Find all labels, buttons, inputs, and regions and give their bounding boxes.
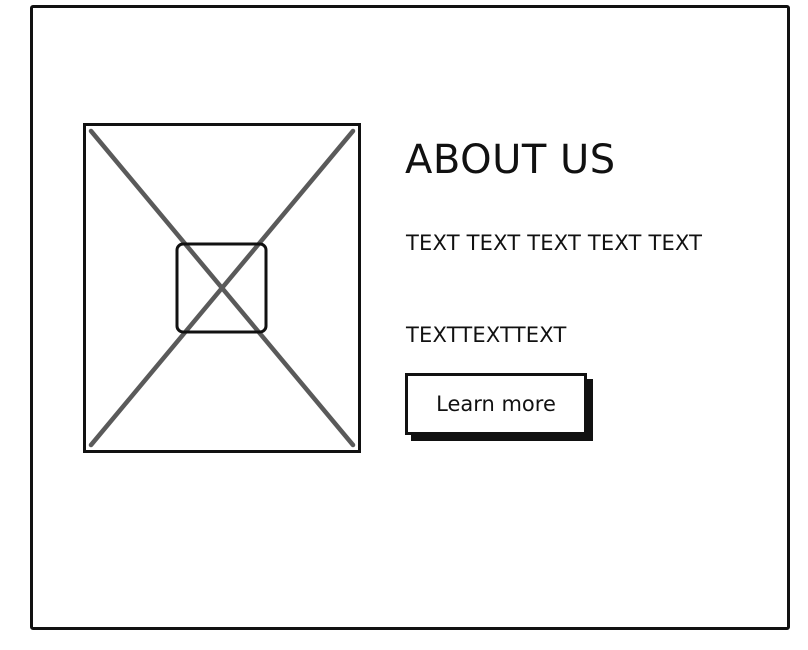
image-placeholder xyxy=(83,123,361,453)
about-paragraph: TEXTTEXTTEXT xyxy=(406,323,567,347)
about-paragraph: TEXT TEXT TEXT TEXT TEXT xyxy=(406,231,703,255)
image-placeholder-icon xyxy=(83,123,361,453)
page-title: ABOUT US xyxy=(405,137,616,183)
learn-more-button[interactable]: Learn more xyxy=(405,373,587,435)
